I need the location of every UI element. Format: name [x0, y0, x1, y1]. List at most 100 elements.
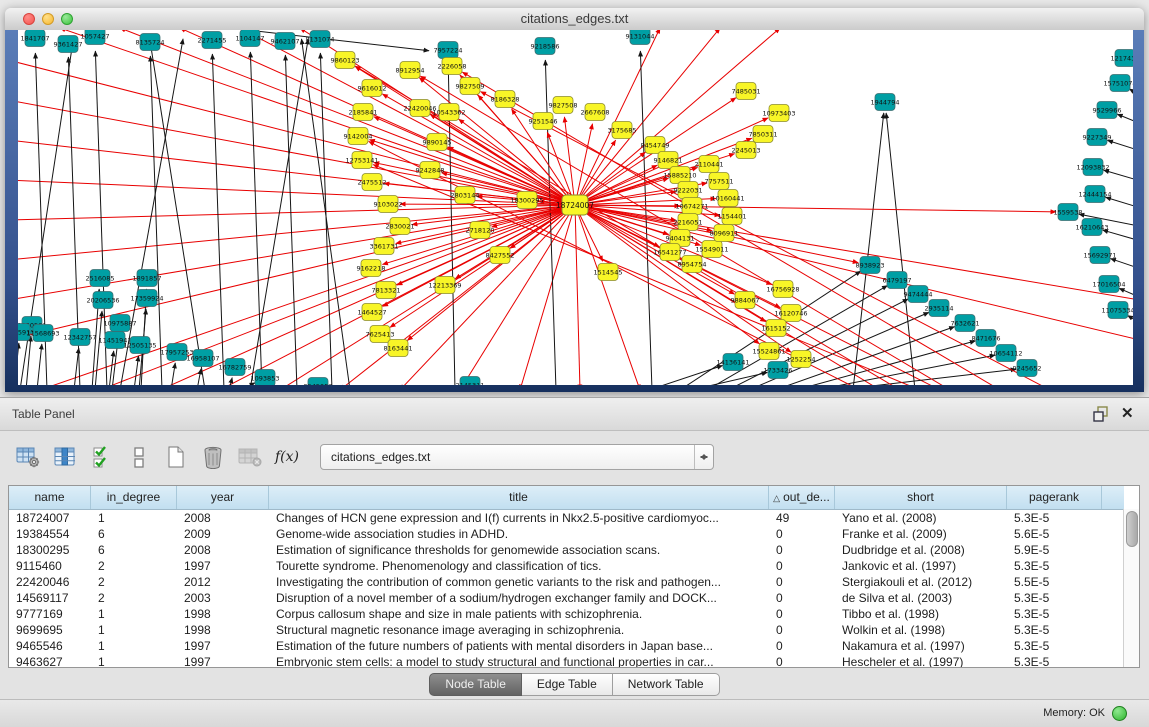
- column-header-name[interactable]: name: [9, 486, 91, 509]
- column-header-indegree[interactable]: in_degree: [91, 486, 177, 509]
- graph-node[interactable]: 7757511: [705, 173, 734, 190]
- delete-table-icon[interactable]: [236, 443, 264, 471]
- cell-name[interactable]: 9115460: [9, 558, 91, 574]
- cell-name[interactable]: 19384554: [9, 526, 91, 542]
- cell-pagerank[interactable]: 5.3E-5: [1007, 638, 1102, 654]
- graph-node[interactable]: 8163441: [384, 340, 413, 357]
- tab-network-table[interactable]: Network Table: [613, 673, 720, 696]
- graph-node[interactable]: 11075334: [1101, 302, 1133, 319]
- cell-name[interactable]: 14569117: [9, 590, 91, 606]
- graph-node[interactable]: 9222031: [674, 182, 703, 199]
- graph-node[interactable]: 9227349: [1083, 129, 1112, 146]
- cell-outde[interactable]: 0: [769, 558, 835, 574]
- cell-indegree[interactable]: 6: [91, 542, 177, 558]
- graph-node[interactable]: 8454749: [641, 137, 670, 154]
- graph-node[interactable]: 2226058: [438, 58, 467, 75]
- graph-node[interactable]: 1891857: [133, 270, 162, 287]
- table-row[interactable]: 969969511998Structural magnetic resonanc…: [9, 622, 1124, 638]
- graph-node[interactable]: 9860123: [331, 52, 360, 69]
- graph-node[interactable]: 9545052: [304, 378, 333, 386]
- graph-node[interactable]: 1841707: [21, 30, 50, 47]
- cell-outde[interactable]: 0: [769, 622, 835, 638]
- graph-node[interactable]: 8131074: [306, 31, 335, 48]
- cell-name[interactable]: 9777169: [9, 606, 91, 622]
- cell-pagerank[interactable]: 5.3E-5: [1007, 654, 1102, 667]
- graph-node[interactable]: 16756928: [766, 281, 799, 298]
- graph-node[interactable]: 2245013: [732, 142, 761, 159]
- graph-node[interactable]: 17016504: [1092, 276, 1125, 293]
- table-row[interactable]: 977716911998Corpus callosum shape and si…: [9, 606, 1124, 622]
- close-window-button[interactable]: [23, 13, 35, 25]
- table-row[interactable]: 1938455462009Genome-wide association stu…: [9, 526, 1124, 542]
- select-all-columns-icon[interactable]: [88, 443, 116, 471]
- cell-title[interactable]: Tourette syndrome. Phenomenology and cla…: [269, 558, 769, 574]
- cell-title[interactable]: Disruption of a novel member of a sodium…: [269, 590, 769, 606]
- cell-year[interactable]: 2009: [177, 526, 269, 542]
- cell-pagerank[interactable]: 5.9E-5: [1007, 542, 1102, 558]
- graph-node[interactable]: 9251546: [529, 113, 558, 130]
- table-row[interactable]: 946554611997Estimation of the future num…: [9, 638, 1124, 654]
- graph-node[interactable]: 15751074: [1103, 75, 1133, 92]
- graph-node[interactable]: 12753141: [345, 152, 378, 169]
- cell-short[interactable]: Franke et al. (2009): [835, 526, 1007, 542]
- cell-indegree[interactable]: 6: [91, 526, 177, 542]
- cell-title[interactable]: Embryonic stem cells: a model to study s…: [269, 654, 769, 667]
- graph-node[interactable]: 8427552: [486, 247, 515, 264]
- table-row[interactable]: 1830029562008Estimation of significance …: [9, 542, 1124, 558]
- table-row[interactable]: 1872400712008Changes of HCN gene express…: [9, 510, 1124, 526]
- cell-indegree[interactable]: 1: [91, 606, 177, 622]
- cell-year[interactable]: 1998: [177, 622, 269, 638]
- graph-node[interactable]: 15549011: [695, 241, 728, 258]
- cell-name[interactable]: 9465546: [9, 638, 91, 654]
- cell-outde[interactable]: 49: [769, 510, 835, 526]
- graph-node[interactable]: 6479197: [883, 272, 912, 289]
- vertical-scrollbar[interactable]: [1123, 509, 1139, 667]
- cell-indegree[interactable]: 2: [91, 558, 177, 574]
- graph-node[interactable]: 9474444: [904, 286, 933, 303]
- cell-indegree[interactable]: 1: [91, 622, 177, 638]
- cell-indegree[interactable]: 1: [91, 638, 177, 654]
- cell-short[interactable]: de Silva et al. (2003): [835, 590, 1007, 606]
- cell-pagerank[interactable]: 5.3E-5: [1007, 510, 1102, 526]
- zoom-window-button[interactable]: [61, 13, 73, 25]
- cell-short[interactable]: Jankovic et al. (1997): [835, 558, 1007, 574]
- cell-outde[interactable]: 0: [769, 542, 835, 558]
- cell-outde[interactable]: 0: [769, 638, 835, 654]
- cell-pagerank[interactable]: 5.5E-5: [1007, 574, 1102, 590]
- citation-network-graph[interactable]: 1841707936142710574278135724227145511041…: [18, 30, 1133, 385]
- graph-node[interactable]: 12093832: [1076, 159, 1109, 176]
- cell-short[interactable]: Hescheler et al. (1997): [835, 654, 1007, 667]
- cell-outde[interactable]: 0: [769, 606, 835, 622]
- graph-node[interactable]: 9827509: [456, 78, 485, 95]
- cell-outde[interactable]: 0: [769, 590, 835, 606]
- column-header-short[interactable]: short: [835, 486, 1007, 509]
- graph-node[interactable]: 8471676: [972, 330, 1001, 347]
- cell-pagerank[interactable]: 5.3E-5: [1007, 558, 1102, 574]
- close-panel-icon[interactable]: ✕: [1121, 406, 1137, 422]
- graph-node[interactable]: 8912954: [396, 62, 425, 79]
- table-settings-icon[interactable]: [14, 443, 42, 471]
- cell-outde[interactable]: 0: [769, 574, 835, 590]
- graph-node[interactable]: 2935114: [925, 300, 954, 317]
- graph-node[interactable]: 9218586: [531, 38, 560, 55]
- column-header-year[interactable]: year: [177, 486, 269, 509]
- graph-node[interactable]: 7485031: [732, 83, 761, 100]
- cell-title[interactable]: Structural magnetic resonance image aver…: [269, 622, 769, 638]
- graph-node[interactable]: 1217433: [1111, 50, 1133, 67]
- cell-year[interactable]: 1998: [177, 606, 269, 622]
- graph-node[interactable]: 2667608: [581, 104, 610, 121]
- graph-node[interactable]: 7850311: [749, 126, 778, 143]
- graph-node[interactable]: 7957224: [434, 42, 463, 59]
- cell-name[interactable]: 18724007: [9, 510, 91, 526]
- cell-short[interactable]: Stergiakouli et al. (2012): [835, 574, 1007, 590]
- table-row[interactable]: 946362711997Embryonic stem cells: a mode…: [9, 654, 1124, 667]
- graph-node[interactable]: 1104147: [236, 30, 265, 47]
- graph-node[interactable]: 1559538: [1054, 204, 1083, 221]
- graph-node[interactable]: 2516085: [86, 270, 115, 287]
- cell-short[interactable]: Tibbo et al. (1998): [835, 606, 1007, 622]
- delete-column-icon[interactable]: [199, 443, 227, 471]
- graph-node[interactable]: 10654112: [989, 345, 1022, 362]
- cell-title[interactable]: Genome-wide association studies in ADHD.: [269, 526, 769, 542]
- graph-node[interactable]: 9884067: [731, 292, 760, 309]
- cell-indegree[interactable]: 2: [91, 574, 177, 590]
